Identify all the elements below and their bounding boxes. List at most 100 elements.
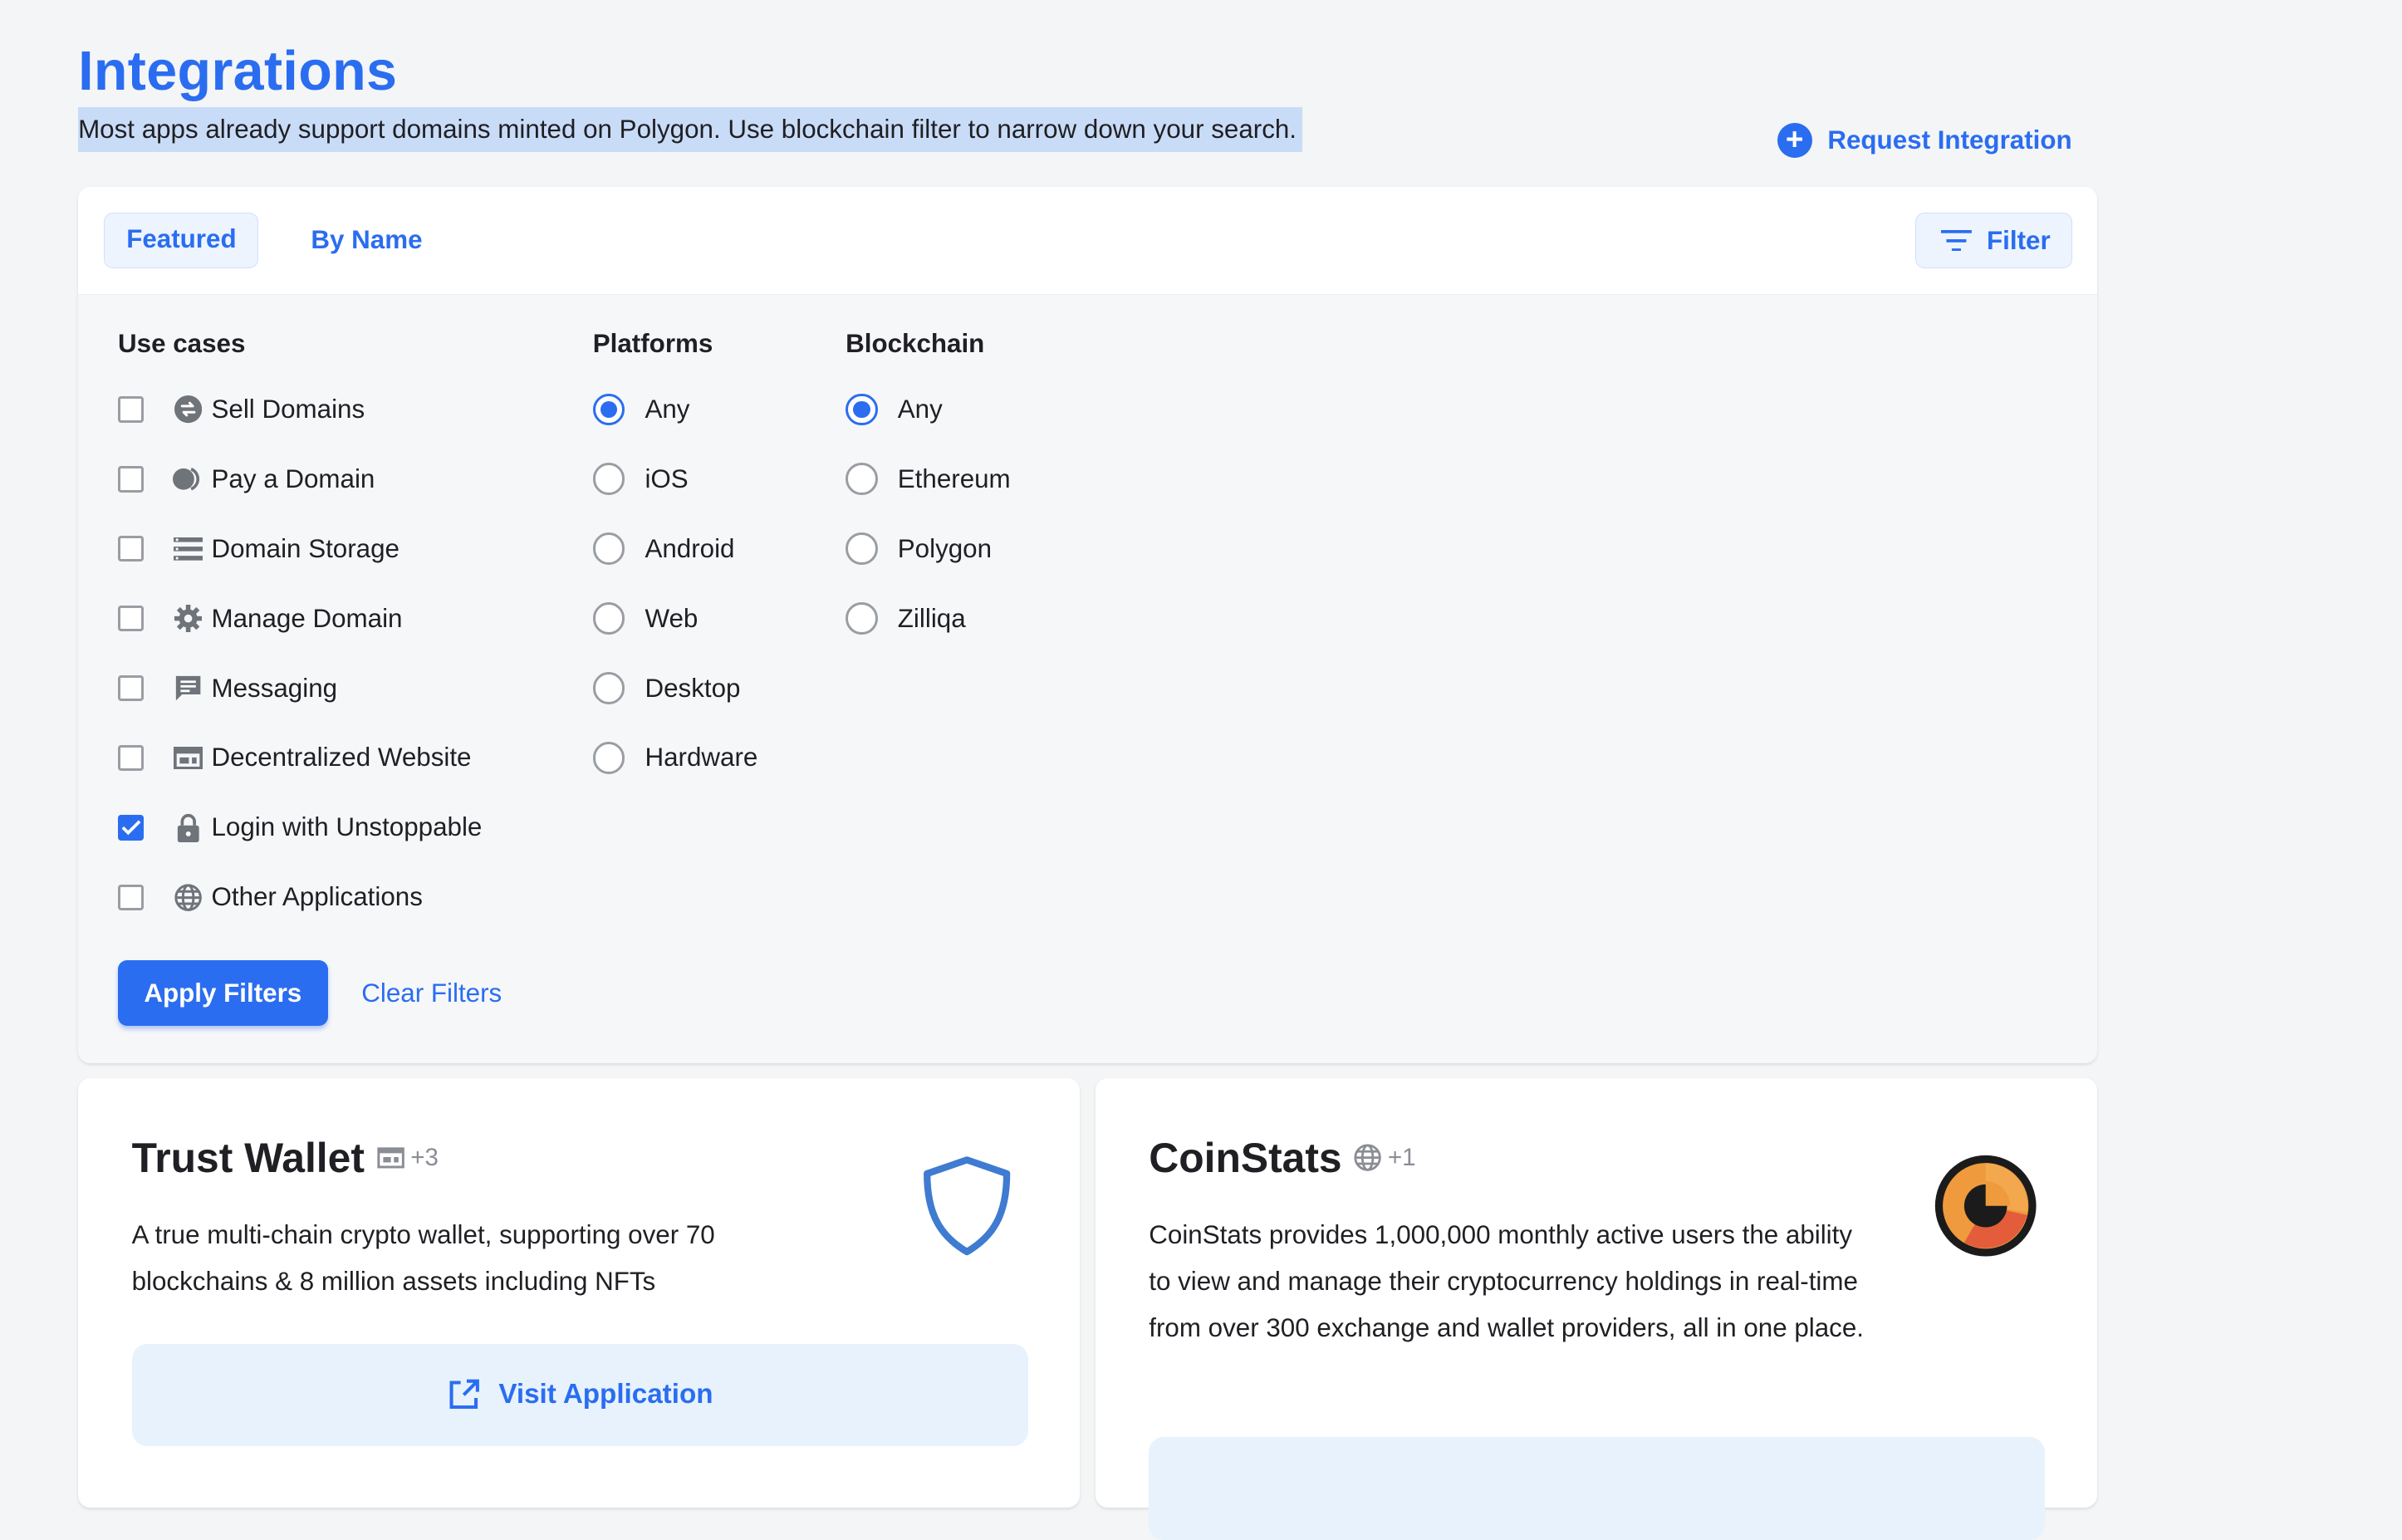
use-case-sell-domains[interactable]: Sell Domains xyxy=(118,375,482,444)
platform-android[interactable]: Android xyxy=(592,514,758,584)
use-case-label: Manage Domain xyxy=(211,603,403,633)
radio[interactable] xyxy=(592,672,625,704)
integrations-page: Integrations Most apps already support d… xyxy=(0,0,2402,1540)
use-case-label: Domain Storage xyxy=(211,533,400,563)
card-description: CoinStats provides 1,000,000 monthly act… xyxy=(1149,1219,1864,1343)
page-subtitle: Most apps already support domains minted… xyxy=(78,107,1303,152)
external-link-icon xyxy=(449,1379,479,1410)
use-case-label: Sell Domains xyxy=(211,394,365,424)
integration-card-trust-wallet: Trust Wallet +3 A true multi-chain crypt… xyxy=(78,1078,1081,1508)
use-case-label: Other Applications xyxy=(211,882,423,912)
clear-filters-button[interactable]: Clear Filters xyxy=(361,960,502,1026)
radio-selected[interactable] xyxy=(846,393,878,426)
coinstats-logo xyxy=(1934,1154,2037,1264)
blockchain-any[interactable]: Any xyxy=(846,375,1011,444)
platform-label: Hardware xyxy=(645,743,758,772)
storage-icon xyxy=(173,533,203,564)
use-cases-column: Use cases Sell Domains Pay a Domain Doma… xyxy=(118,326,482,932)
use-case-domain-storage[interactable]: Domain Storage xyxy=(118,514,482,584)
filter-button-label: Filter xyxy=(1987,225,2051,255)
use-case-messaging[interactable]: Messaging xyxy=(118,654,482,723)
card-title: CoinStats xyxy=(1149,1134,1342,1181)
coins-icon xyxy=(173,463,203,494)
radio[interactable] xyxy=(846,602,878,635)
blockchain-column: Blockchain Any Ethereum Polygon Zilliqa xyxy=(846,326,1011,654)
blockchain-label: Any xyxy=(897,394,943,424)
checkbox[interactable] xyxy=(118,536,145,562)
blockchain-label: Ethereum xyxy=(897,463,1011,493)
platform-hardware[interactable]: Hardware xyxy=(592,723,758,793)
blockchain-label: Zilliqa xyxy=(897,603,966,633)
checkbox-checked[interactable] xyxy=(118,814,145,841)
use-case-label: Pay a Domain xyxy=(211,463,375,493)
website-icon xyxy=(377,1147,404,1169)
platform-badge: +1 xyxy=(1354,1143,1416,1172)
platform-label: iOS xyxy=(645,463,689,493)
filter-lines-icon xyxy=(1940,229,1972,252)
platform-ios[interactable]: iOS xyxy=(592,444,758,514)
card-title-row: Trust Wallet +3 xyxy=(132,1134,439,1182)
use-case-label: Decentralized Website xyxy=(211,743,472,772)
blockchain-label: Polygon xyxy=(897,533,993,563)
checkbox[interactable] xyxy=(118,884,145,910)
checkbox[interactable] xyxy=(118,744,145,772)
platforms-column: Platforms Any iOS Android Web Desktop Ha… xyxy=(592,326,758,793)
apply-filters-button[interactable]: Apply Filters xyxy=(118,959,328,1026)
radio[interactable] xyxy=(592,602,625,635)
use-case-other-applications[interactable]: Other Applications xyxy=(118,862,482,932)
checkbox[interactable] xyxy=(118,466,145,493)
platform-label: Web xyxy=(645,603,699,633)
page-title: Integrations xyxy=(78,40,398,102)
radio[interactable] xyxy=(592,532,625,566)
platform-label: Android xyxy=(645,533,735,563)
blockchain-heading: Blockchain xyxy=(846,328,985,358)
card-title: Trust Wallet xyxy=(131,1134,365,1181)
visit-application-button[interactable] xyxy=(1149,1437,2046,1540)
visit-application-button[interactable]: Visit Application xyxy=(131,1343,1028,1447)
request-integration-label: Request Integration xyxy=(1827,125,2072,154)
blockchain-zilliqa[interactable]: Zilliqa xyxy=(846,584,1011,654)
checkmark-icon xyxy=(121,820,141,836)
radio[interactable] xyxy=(592,463,625,496)
platform-any[interactable]: Any xyxy=(592,375,758,444)
trust-wallet-logo xyxy=(919,1154,1014,1264)
swap-icon xyxy=(173,395,203,425)
card-title-row: CoinStats +1 xyxy=(1149,1134,1415,1182)
badge-count: +1 xyxy=(1387,1143,1416,1171)
radio[interactable] xyxy=(846,463,878,496)
platform-desktop[interactable]: Desktop xyxy=(592,654,758,723)
radio[interactable] xyxy=(592,742,625,774)
lock-icon xyxy=(173,812,203,843)
use-case-pay-a-domain[interactable]: Pay a Domain xyxy=(118,444,482,514)
website-icon xyxy=(173,743,203,773)
checkbox[interactable] xyxy=(118,605,145,632)
filters-area: Use cases Sell Domains Pay a Domain Doma… xyxy=(78,294,2097,1063)
checkbox[interactable] xyxy=(118,674,145,702)
visit-application-label: Visit Application xyxy=(498,1379,713,1410)
use-case-decentralized-website[interactable]: Decentralized Website xyxy=(118,723,482,793)
radio-selected[interactable] xyxy=(592,393,625,426)
platform-web[interactable]: Web xyxy=(592,584,758,654)
use-cases-heading: Use cases xyxy=(118,328,246,358)
checkbox[interactable] xyxy=(118,396,145,423)
plus-circle-icon: + xyxy=(1777,122,1812,158)
request-integration-button[interactable]: + Request Integration xyxy=(1777,122,2072,158)
platform-label: Desktop xyxy=(645,673,741,703)
radio[interactable] xyxy=(846,532,878,566)
filter-button[interactable]: Filter xyxy=(1915,213,2073,268)
blockchain-ethereum[interactable]: Ethereum xyxy=(846,444,1011,514)
gear-icon xyxy=(173,603,203,634)
platform-label: Any xyxy=(645,394,690,424)
platform-badge: +3 xyxy=(377,1144,439,1172)
tabs-bar: Featured By Name Filter xyxy=(78,187,2097,295)
tab-by-name[interactable]: By Name xyxy=(290,213,444,267)
integration-card-coinstats: CoinStats +1 CoinStats provides 1,000,00… xyxy=(1095,1078,2097,1540)
blockchain-polygon[interactable]: Polygon xyxy=(846,514,1011,584)
platforms-heading: Platforms xyxy=(592,328,713,358)
use-case-login-with-unstoppable[interactable]: Login with Unstoppable xyxy=(118,792,482,862)
use-case-manage-domain[interactable]: Manage Domain xyxy=(118,584,482,654)
globe-icon xyxy=(1354,1144,1382,1171)
card-description: A true multi-chain crypto wallet, suppor… xyxy=(131,1219,715,1297)
message-icon xyxy=(173,673,203,704)
tab-featured[interactable]: Featured xyxy=(104,213,259,268)
